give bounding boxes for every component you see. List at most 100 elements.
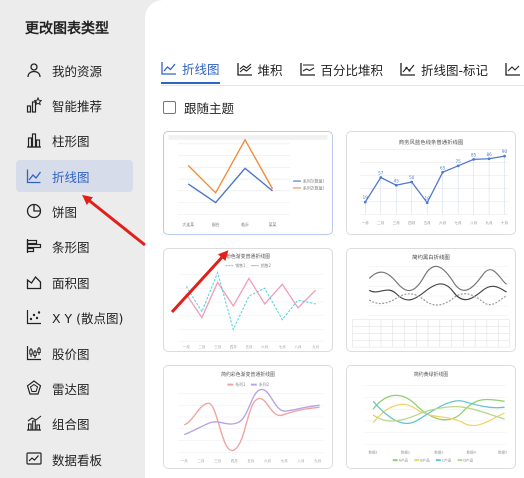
pie-chart-icon [25,202,43,220]
sidebar-item-column[interactable]: 柱形图 [16,124,133,156]
card-thumbnail: 简约黑白折线图 [352,253,510,348]
tick-label: 三月 [214,458,221,463]
sidebar-item-dashboard[interactable]: 数据看板 [16,443,133,475]
sidebar-item-my-resources[interactable]: 我的资源 [16,54,133,86]
tick-label: 大连某 [182,222,194,227]
tick-label: 三月 [393,220,400,225]
sidebar-item-area[interactable]: 面积图 [16,266,133,298]
tick-label: 八月 [297,458,304,463]
card-title: 简约黑白折线图 [412,253,450,261]
template-card-basic-line[interactable]: 大连某 烟台 临沂 某某 系列1(数量) 系列2(数量) [163,131,333,235]
line-chart-icon [505,63,521,76]
tick-label: 临沂 [241,222,249,227]
tab-label: 堆积 [257,62,283,78]
tick-label: 二月 [377,220,384,225]
tick-label: 六月 [261,344,268,349]
series-line-3 [368,293,507,306]
tab-label: 折线图 [182,61,220,77]
tick-label: 四月 [230,344,237,349]
tab-stacked[interactable]: 堆积 [236,58,283,84]
series-line-2 [183,388,320,436]
sidebar-item-label: 智能推荐 [52,98,103,114]
tick-label: 某某 [269,222,277,227]
percent-stacked-line-icon [299,63,315,76]
card-header-bar [168,134,328,140]
data-label: 75 [456,159,462,164]
follow-theme-label: 跟随主题 [184,101,235,116]
sidebar-item-label: 折线图 [52,169,90,185]
tick-label: 四月 [408,220,415,225]
sidebar-item-scatter[interactable]: X Y (散点图) [16,301,133,333]
data-label: 18 [425,196,431,201]
tab-more[interactable] [505,58,524,84]
tick-label: 数据5 [498,449,507,454]
series-line [364,155,505,204]
sidebar-item-radar[interactable]: 雷达图 [16,372,133,404]
template-card-colorful-gradient[interactable]: 简约彩色渐变普通折线图 系列1 系列2 一月 二月 三月 四月 五月 六月 七月… [163,365,333,469]
dialog-title: 更改图表类型 [25,21,109,37]
tick-label: 数据3 [434,449,443,454]
combo-chart-icon [25,414,43,432]
sidebar-item-recommend[interactable]: 智能推荐 [16,89,133,121]
tick-label: 六月 [264,458,271,463]
tick-label: 六月 [439,220,446,225]
tick-label: 七月 [279,344,286,349]
tick-label: 三月 [214,344,221,349]
data-label: 19 [363,195,369,200]
data-label: 65 [440,165,446,170]
tab-line[interactable]: 折线图 [161,58,220,84]
sidebar-item-pie[interactable]: 饼图 [16,195,133,227]
tick-label: 一月 [362,220,369,225]
data-label: 85 [471,152,477,157]
card-thumbnail: 商务风蓝色线条普通折线图 19 57 45 50 18 65 75 85 86 90 一月 二月 三月… [359,138,509,225]
legend-label: B产品 [420,458,430,463]
sidebar-item-label: 数据看板 [52,452,103,468]
tick-label: 五月 [247,458,254,463]
card-title: 商务风蓝色线条普通折线图 [399,138,464,146]
card-title: 简约彩色渐变普通折线图 [221,371,275,378]
tab-line-marker[interactable]: 折线图-标记 [400,58,488,84]
legend-label: 系列2(数量) [303,185,325,190]
tick-label: 九月 [312,344,319,349]
data-label: 86 [486,152,492,157]
sidebar-item-label: 饼图 [52,204,78,220]
recommend-icon [25,96,43,114]
subtype-tabs: 折线图 堆积 百分比堆积 折线图-标记 [161,58,524,84]
tab-percent-stacked[interactable]: 百分比堆积 [299,58,383,84]
data-point [487,157,491,161]
template-card-yellow-green[interactable]: 简约黄绿折线图 数据1 数据2 数据3 数据4 数据5 A产品 B产品 C产品 … [346,365,516,469]
sidebar-item-label: 组合图 [52,416,90,432]
legend-swatch [227,383,234,386]
data-label: 45 [394,178,400,183]
tick-label: 烟台 [212,222,220,227]
follow-theme-checkbox[interactable]: 跟随主题 [163,98,234,117]
tick-label: 四月 [231,458,238,463]
template-card-black-white[interactable]: 简约黑白折线图 [346,248,516,352]
sidebar-item-bar[interactable]: 条形图 [16,230,133,262]
sidebar-item-stock[interactable]: 股价图 [16,337,133,369]
line-marker-icon [400,63,416,76]
sidebar-item-line[interactable]: 折线图 [16,160,133,192]
sidebar-item-combo[interactable]: 组合图 [16,407,133,439]
legend-label: 系列1(数量) [303,179,325,184]
sidebar-item-label: 条形图 [52,239,90,255]
sidebar-item-label: 我的资源 [52,63,103,79]
sidebar-item-label: 柱形图 [52,133,90,149]
tick-label: 数据2 [401,449,410,454]
template-card-business-blue[interactable]: 商务风蓝色线条普通折线图 19 57 45 50 18 65 75 85 86 90 一月 二月 三月… [346,131,516,235]
tick-label: 数据4 [467,449,477,454]
template-card-pink-gradient[interactable]: 粉色渐变普通折线图 销售1 销售2 一月 二月 三月 四月 五月 六月 七月 八… [163,248,333,352]
tick-label: 七月 [281,458,288,463]
data-point [472,157,475,161]
legend-label: A产品 [399,458,409,463]
card-thumbnail: 简约黄绿折线图 数据1 数据2 数据3 数据4 数据5 A产品 B产品 C产品 … [365,371,507,463]
data-point [394,183,398,187]
radar-chart-icon [25,379,43,397]
legend-label: 销售1 [235,263,246,268]
legend-label: 系列2 [259,382,270,387]
tick-label: 八月 [470,220,477,225]
checkbox-box[interactable] [163,101,176,114]
line-chart-icon [161,62,176,75]
dashboard-icon [25,450,43,468]
chart-gallery-panel: 折线图 堆积 百分比堆积 折线图-标记 跟随主题 大连某 烟台 临沂 某某 系列… [145,0,524,478]
